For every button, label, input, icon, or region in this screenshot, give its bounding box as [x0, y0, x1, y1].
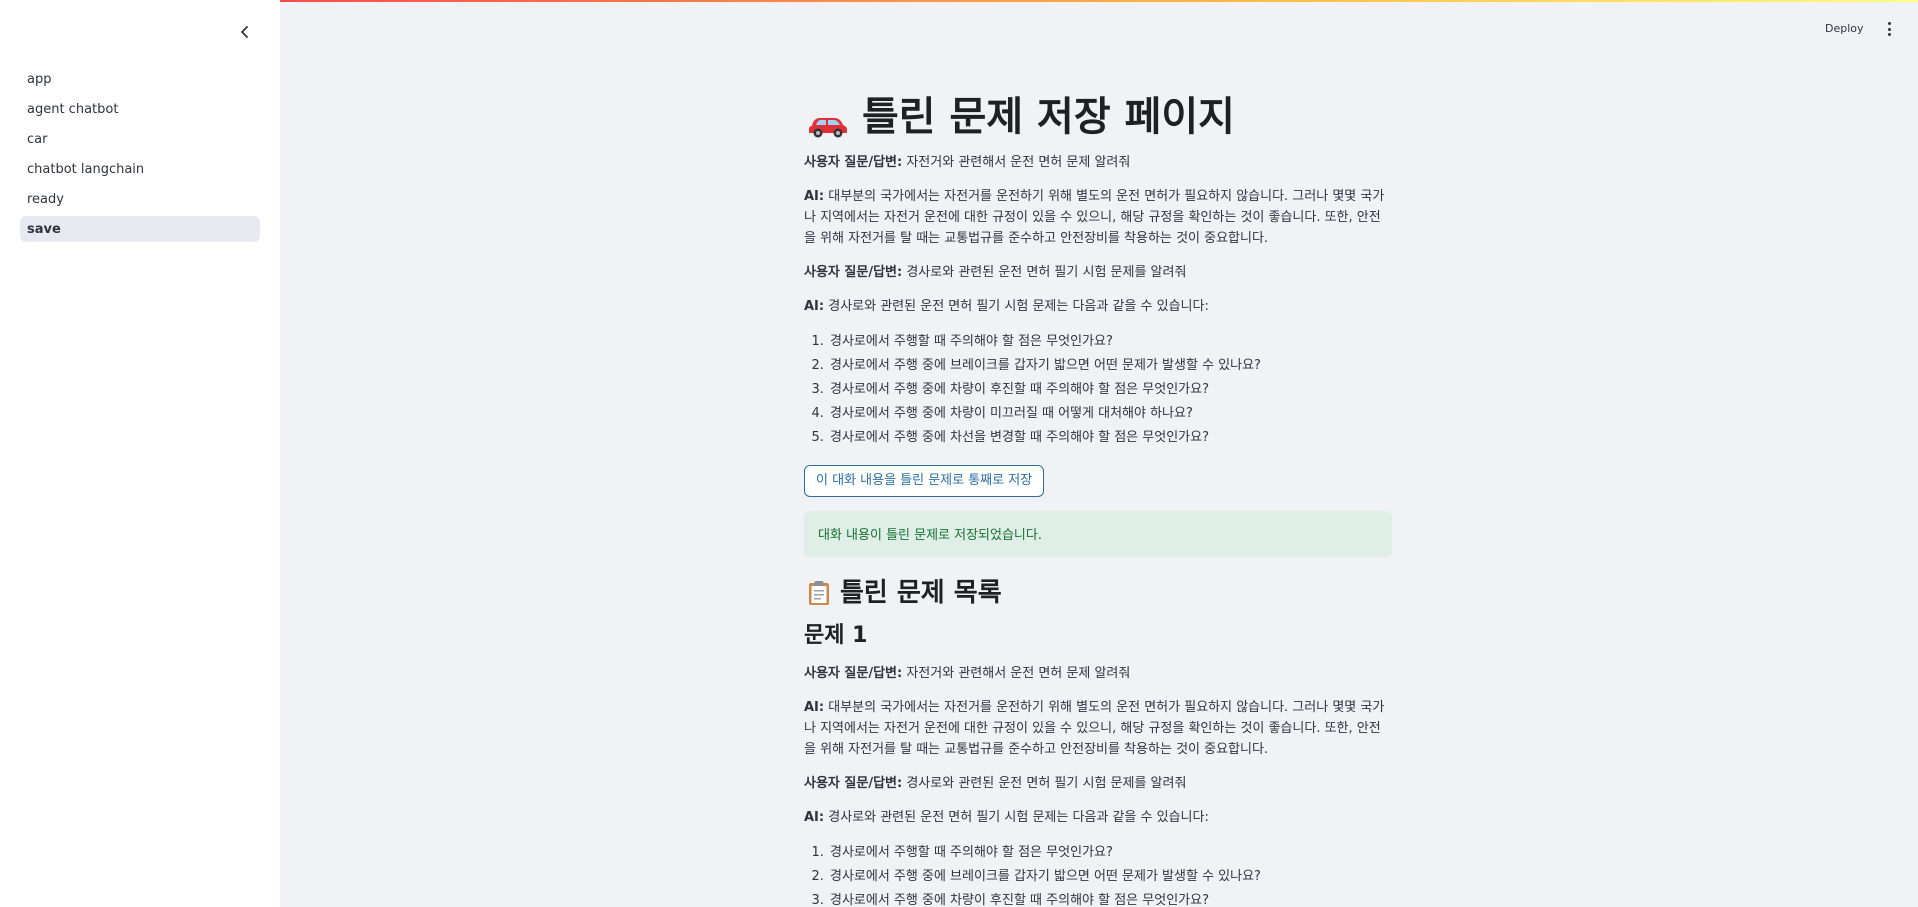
sidebar-nav: app agent chatbot car chatbot langchain … — [20, 66, 260, 246]
message-prefix: 사용자 질문/답변: — [804, 155, 903, 170]
message-prefix: 사용자 질문/답변: — [804, 265, 903, 280]
collapse-sidebar-button[interactable] — [233, 20, 257, 44]
sidebar-item-chatbot-langchain[interactable]: chatbot langchain — [20, 156, 260, 182]
question-list: 경사로에서 주행할 때 주의해야 할 점은 무엇인가요? 경사로에서 주행 중에… — [828, 841, 1392, 907]
chat-message-user: 사용자 질문/답변: 경사로와 관련된 운전 면허 필기 시험 문제를 알려줘 — [804, 262, 1392, 283]
chat-message-ai: AI: 경사로와 관련된 운전 면허 필기 시험 문제는 다음과 같을 수 있습… — [804, 296, 1392, 317]
list-item: 경사로에서 주행 중에 차량이 미끄러질 때 어떻게 대처해야 하나요? — [828, 402, 1392, 426]
question-list: 경사로에서 주행할 때 주의해야 할 점은 무엇인가요? 경사로에서 주행 중에… — [828, 330, 1392, 450]
kebab-menu-icon — [1887, 22, 1891, 36]
message-prefix: 사용자 질문/답변: — [804, 666, 903, 681]
sidebar-item-label: app — [27, 71, 52, 87]
chat-message-user: 사용자 질문/답변: 자전거와 관련해서 운전 면허 문제 알려줘 — [804, 152, 1392, 173]
list-item: 경사로에서 주행할 때 주의해야 할 점은 무엇인가요? — [828, 330, 1392, 354]
message-text: 경사로와 관련된 운전 면허 필기 시험 문제를 알려줘 — [906, 265, 1187, 280]
sidebar-item-car[interactable]: car — [20, 126, 260, 152]
decoration-bar — [280, 0, 1918, 2]
page-title: 틀린 문제 저장 페이지 — [804, 92, 1392, 142]
message-prefix: AI: — [804, 810, 825, 825]
chat-message-ai: AI: 대부분의 국가에서는 자전거를 운전하기 위해 별도의 운전 면허가 필… — [804, 186, 1392, 249]
sidebar-item-agent-chatbot[interactable]: agent chatbot — [20, 96, 260, 122]
message-text: 경사로와 관련된 운전 면허 필기 시험 문제는 다음과 같을 수 있습니다: — [828, 810, 1209, 825]
sidebar-item-label: agent chatbot — [27, 101, 119, 117]
problem-heading: 문제 1 — [804, 623, 868, 648]
sidebar-item-label: save — [27, 221, 61, 237]
message-text: 경사로와 관련된 운전 면허 필기 시험 문제를 알려줘 — [906, 776, 1187, 791]
sidebar-item-save[interactable]: save — [20, 216, 260, 242]
list-item: 경사로에서 주행 중에 차선을 변경할 때 주의해야 할 점은 무엇인가요? — [828, 426, 1392, 450]
sidebar-item-label: ready — [27, 191, 64, 207]
message-text: 대부분의 국가에서는 자전거를 운전하기 위해 별도의 운전 면허가 필요하지 … — [804, 189, 1385, 246]
page-title-text: 틀린 문제 저장 페이지 — [862, 94, 1235, 140]
list-item: 경사로에서 주행 중에 브레이크를 갑자기 밟으면 어떤 문제가 발생할 수 있… — [828, 354, 1392, 378]
list-title: 틀린 문제 목록 — [804, 575, 1392, 611]
chat-message-user: 사용자 질문/답변: 경사로와 관련된 운전 면허 필기 시험 문제를 알려줘 — [804, 773, 1392, 794]
main-menu-button[interactable] — [1882, 21, 1896, 37]
chat-message-user: 사용자 질문/답변: 자전거와 관련해서 운전 면허 문제 알려줘 — [804, 663, 1392, 684]
list-item: 경사로에서 주행 중에 차량이 후진할 때 주의해야 할 점은 무엇인가요? — [828, 889, 1392, 907]
message-text: 대부분의 국가에서는 자전거를 운전하기 위해 별도의 운전 면허가 필요하지 … — [804, 700, 1385, 757]
success-message: 대화 내용이 틀린 문제로 저장되었습니다. — [818, 528, 1042, 543]
message-text: 경사로와 관련된 운전 면허 필기 시험 문제는 다음과 같을 수 있습니다: — [828, 299, 1209, 314]
message-prefix: 사용자 질문/답변: — [804, 776, 903, 791]
message-text: 자전거와 관련해서 운전 면허 문제 알려줘 — [906, 666, 1131, 681]
app-root: app agent chatbot car chatbot langchain … — [0, 0, 1918, 907]
clipboard-icon — [808, 580, 830, 606]
sidebar-item-ready[interactable]: ready — [20, 186, 260, 212]
car-icon — [808, 102, 848, 138]
list-item: 경사로에서 주행 중에 차량이 후진할 때 주의해야 할 점은 무엇인가요? — [828, 378, 1392, 402]
message-prefix: AI: — [804, 700, 825, 715]
message-prefix: AI: — [804, 189, 825, 204]
chat-message-ai: AI: 대부분의 국가에서는 자전거를 운전하기 위해 별도의 운전 면허가 필… — [804, 697, 1392, 760]
list-item: 경사로에서 주행 중에 브레이크를 갑자기 밟으면 어떤 문제가 발생할 수 있… — [828, 865, 1392, 889]
sidebar-item-app[interactable]: app — [20, 66, 260, 92]
sidebar: app agent chatbot car chatbot langchain … — [0, 0, 280, 907]
sidebar-item-label: car — [27, 131, 48, 147]
chevron-left-icon — [241, 26, 248, 38]
chat-message-ai: AI: 경사로와 관련된 운전 면허 필기 시험 문제는 다음과 같을 수 있습… — [804, 807, 1392, 828]
success-alert: 대화 내용이 틀린 문제로 저장되었습니다. — [804, 511, 1392, 557]
list-item: 경사로에서 주행할 때 주의해야 할 점은 무엇인가요? — [828, 841, 1392, 865]
sidebar-item-label: chatbot langchain — [27, 161, 145, 177]
list-title-text: 틀린 문제 목록 — [840, 578, 1002, 608]
main-area: Deploy 틀린 문제 저장 페이지 사용자 질문/답변: 자전거와 관련해서… — [280, 0, 1918, 907]
deploy-button[interactable]: Deploy — [1825, 22, 1864, 35]
message-text: 자전거와 관련해서 운전 면허 문제 알려줘 — [906, 155, 1131, 170]
message-prefix: AI: — [804, 299, 825, 314]
main-content: 틀린 문제 저장 페이지 사용자 질문/답변: 자전거와 관련해서 운전 면허 … — [804, 92, 1392, 907]
save-conversation-button[interactable]: 이 대화 내용을 틀린 문제로 통째로 저장 — [804, 465, 1045, 497]
